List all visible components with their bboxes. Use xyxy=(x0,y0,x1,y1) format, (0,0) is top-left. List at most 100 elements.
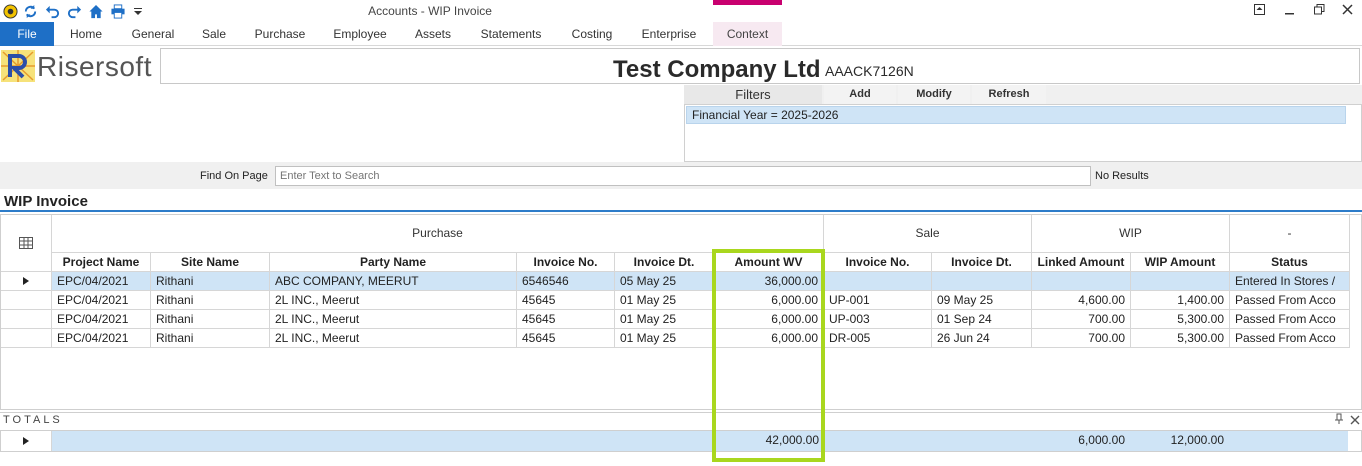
cell-status[interactable]: Entered In Stores / xyxy=(1230,272,1350,291)
row-indicator[interactable] xyxy=(1,329,52,348)
tab-enterprise[interactable]: Enterprise xyxy=(634,22,704,46)
cell-linked-amount[interactable]: 4,600.00 xyxy=(1032,291,1131,310)
col-status[interactable]: Status xyxy=(1230,253,1350,272)
close-totals-icon[interactable] xyxy=(1350,414,1360,428)
cell-invoice-no[interactable]: 45645 xyxy=(517,291,615,310)
cell-party-name[interactable]: 2L INC., Meerut xyxy=(270,329,517,348)
ribbon-tabs: File Home General Sale Purchase Employee… xyxy=(0,0,1362,46)
cell-site-name[interactable]: Rithani xyxy=(151,291,270,310)
cell-invoice-dt[interactable]: 01 May 25 xyxy=(615,291,714,310)
total-amount-wv: 42,000.00 xyxy=(765,433,819,447)
find-input[interactable] xyxy=(275,166,1091,186)
row-indicator[interactable] xyxy=(1,310,52,329)
row-pointer-icon xyxy=(23,277,29,285)
modify-filter-button[interactable]: Modify xyxy=(898,85,970,104)
tab-statements[interactable]: Statements xyxy=(474,22,548,46)
cell-sale-invoice-no[interactable]: UP-001 xyxy=(824,291,932,310)
col-sale-invoice-dt[interactable]: Invoice Dt. xyxy=(932,253,1032,272)
band-sale: Sale xyxy=(824,215,1032,253)
col-amount-wv[interactable]: Amount WV xyxy=(714,253,824,272)
col-party-name[interactable]: Party Name xyxy=(270,253,517,272)
company-header: Test Company Ltd AAACK7126N xyxy=(160,48,1360,84)
cell-invoice-no[interactable]: 45645 xyxy=(517,310,615,329)
cell-sale-invoice-dt[interactable] xyxy=(932,272,1032,291)
cell-amount-wv[interactable]: 36,000.00 xyxy=(714,272,824,291)
cell-invoice-dt[interactable]: 05 May 25 xyxy=(615,272,714,291)
cell-invoice-dt[interactable]: 01 May 25 xyxy=(615,329,714,348)
tab-purchase[interactable]: Purchase xyxy=(248,22,312,46)
col-project-name[interactable]: Project Name xyxy=(52,253,151,272)
logo-mark-icon xyxy=(1,50,35,82)
cell-sale-invoice-no[interactable]: DR-005 xyxy=(824,329,932,348)
restore-ribbon-icon[interactable] xyxy=(1250,3,1268,19)
tab-file[interactable]: File xyxy=(0,22,54,46)
row-indicator[interactable] xyxy=(1,291,52,310)
company-logo: Risersoft xyxy=(1,50,157,84)
refresh-filter-button[interactable]: Refresh xyxy=(972,85,1046,104)
tab-sale[interactable]: Sale xyxy=(194,22,234,46)
cell-site-name[interactable]: Rithani xyxy=(151,310,270,329)
title-bar: Accounts - WIP Invoice xyxy=(0,0,1362,22)
cell-linked-amount[interactable]: 700.00 xyxy=(1032,329,1131,348)
cell-party-name[interactable]: 2L INC., Meerut xyxy=(270,291,517,310)
col-invoice-no[interactable]: Invoice No. xyxy=(517,253,615,272)
tab-general[interactable]: General xyxy=(124,22,182,46)
context-tab-indicator xyxy=(713,0,782,5)
cell-amount-wv[interactable]: 6,000.00 xyxy=(714,310,824,329)
cell-linked-amount[interactable]: 700.00 xyxy=(1032,310,1131,329)
cell-party-name[interactable]: ABC COMPANY, MEERUT xyxy=(270,272,517,291)
cell-status[interactable]: Passed From Acco xyxy=(1230,291,1350,310)
total-wip-amount: 12,000.00 xyxy=(1170,433,1224,447)
cell-wip-amount[interactable]: 5,300.00 xyxy=(1131,310,1230,329)
band-other: - xyxy=(1230,215,1350,253)
col-wip-amount[interactable]: WIP Amount xyxy=(1131,253,1230,272)
tab-context[interactable]: Context xyxy=(713,22,782,46)
cell-site-name[interactable]: Rithani xyxy=(151,272,270,291)
cell-status[interactable]: Passed From Acco xyxy=(1230,329,1350,348)
totals-header: TOTALS xyxy=(0,412,1362,428)
col-site-name[interactable]: Site Name xyxy=(151,253,270,272)
cell-site-name[interactable]: Rithani xyxy=(151,329,270,348)
col-sale-invoice-no[interactable]: Invoice No. xyxy=(824,253,932,272)
cell-wip-amount[interactable]: 1,400.00 xyxy=(1131,291,1230,310)
pin-icon[interactable] xyxy=(1334,413,1344,428)
tab-home[interactable]: Home xyxy=(60,22,112,46)
close-icon[interactable] xyxy=(1338,3,1356,19)
cell-invoice-no[interactable]: 45645 xyxy=(517,329,615,348)
cell-wip-amount[interactable] xyxy=(1131,272,1230,291)
cell-wip-amount[interactable]: 5,300.00 xyxy=(1131,329,1230,348)
cell-sale-invoice-dt[interactable]: 09 May 25 xyxy=(932,291,1032,310)
cell-amount-wv[interactable]: 6,000.00 xyxy=(714,291,824,310)
cell-status[interactable]: Passed From Acco xyxy=(1230,310,1350,329)
cell-invoice-no[interactable]: 6546546 xyxy=(517,272,615,291)
cell-project-name[interactable]: EPC/04/2021 xyxy=(52,272,151,291)
cell-party-name[interactable]: 2L INC., Meerut xyxy=(270,310,517,329)
tab-assets[interactable]: Assets xyxy=(408,22,458,46)
cell-sale-invoice-dt[interactable]: 26 Jun 24 xyxy=(932,329,1032,348)
logo-text: Risersoft xyxy=(37,51,152,82)
cell-amount-wv[interactable]: 6,000.00 xyxy=(714,329,824,348)
tab-employee[interactable]: Employee xyxy=(326,22,394,46)
wip-invoice-grid: Purchase Sale WIP - Project Name Site Na… xyxy=(0,214,1362,410)
cell-sale-invoice-no[interactable] xyxy=(824,272,932,291)
tab-costing[interactable]: Costing xyxy=(564,22,620,46)
cell-sale-invoice-no[interactable]: UP-003 xyxy=(824,310,932,329)
add-filter-button[interactable]: Add xyxy=(824,85,896,104)
totals-row-indicator[interactable] xyxy=(1,431,52,451)
cell-project-name[interactable]: EPC/04/2021 xyxy=(52,329,151,348)
cell-project-name[interactable]: EPC/04/2021 xyxy=(52,310,151,329)
cell-linked-amount[interactable] xyxy=(1032,272,1131,291)
cell-invoice-dt[interactable]: 01 May 25 xyxy=(615,310,714,329)
minimize-icon[interactable] xyxy=(1280,3,1298,19)
cell-sale-invoice-dt[interactable]: 01 Sep 24 xyxy=(932,310,1032,329)
filter-item[interactable]: Financial Year = 2025-2026 xyxy=(686,106,1346,124)
company-code: AAACK7126N xyxy=(825,63,914,79)
filters-title: Filters xyxy=(684,85,822,104)
col-linked-amount[interactable]: Linked Amount xyxy=(1032,253,1131,272)
column-chooser[interactable] xyxy=(1,215,52,272)
row-indicator[interactable] xyxy=(1,272,52,291)
totals-label: TOTALS xyxy=(3,414,63,426)
maximize-icon[interactable] xyxy=(1310,3,1328,19)
cell-project-name[interactable]: EPC/04/2021 xyxy=(52,291,151,310)
col-invoice-dt[interactable]: Invoice Dt. xyxy=(615,253,714,272)
